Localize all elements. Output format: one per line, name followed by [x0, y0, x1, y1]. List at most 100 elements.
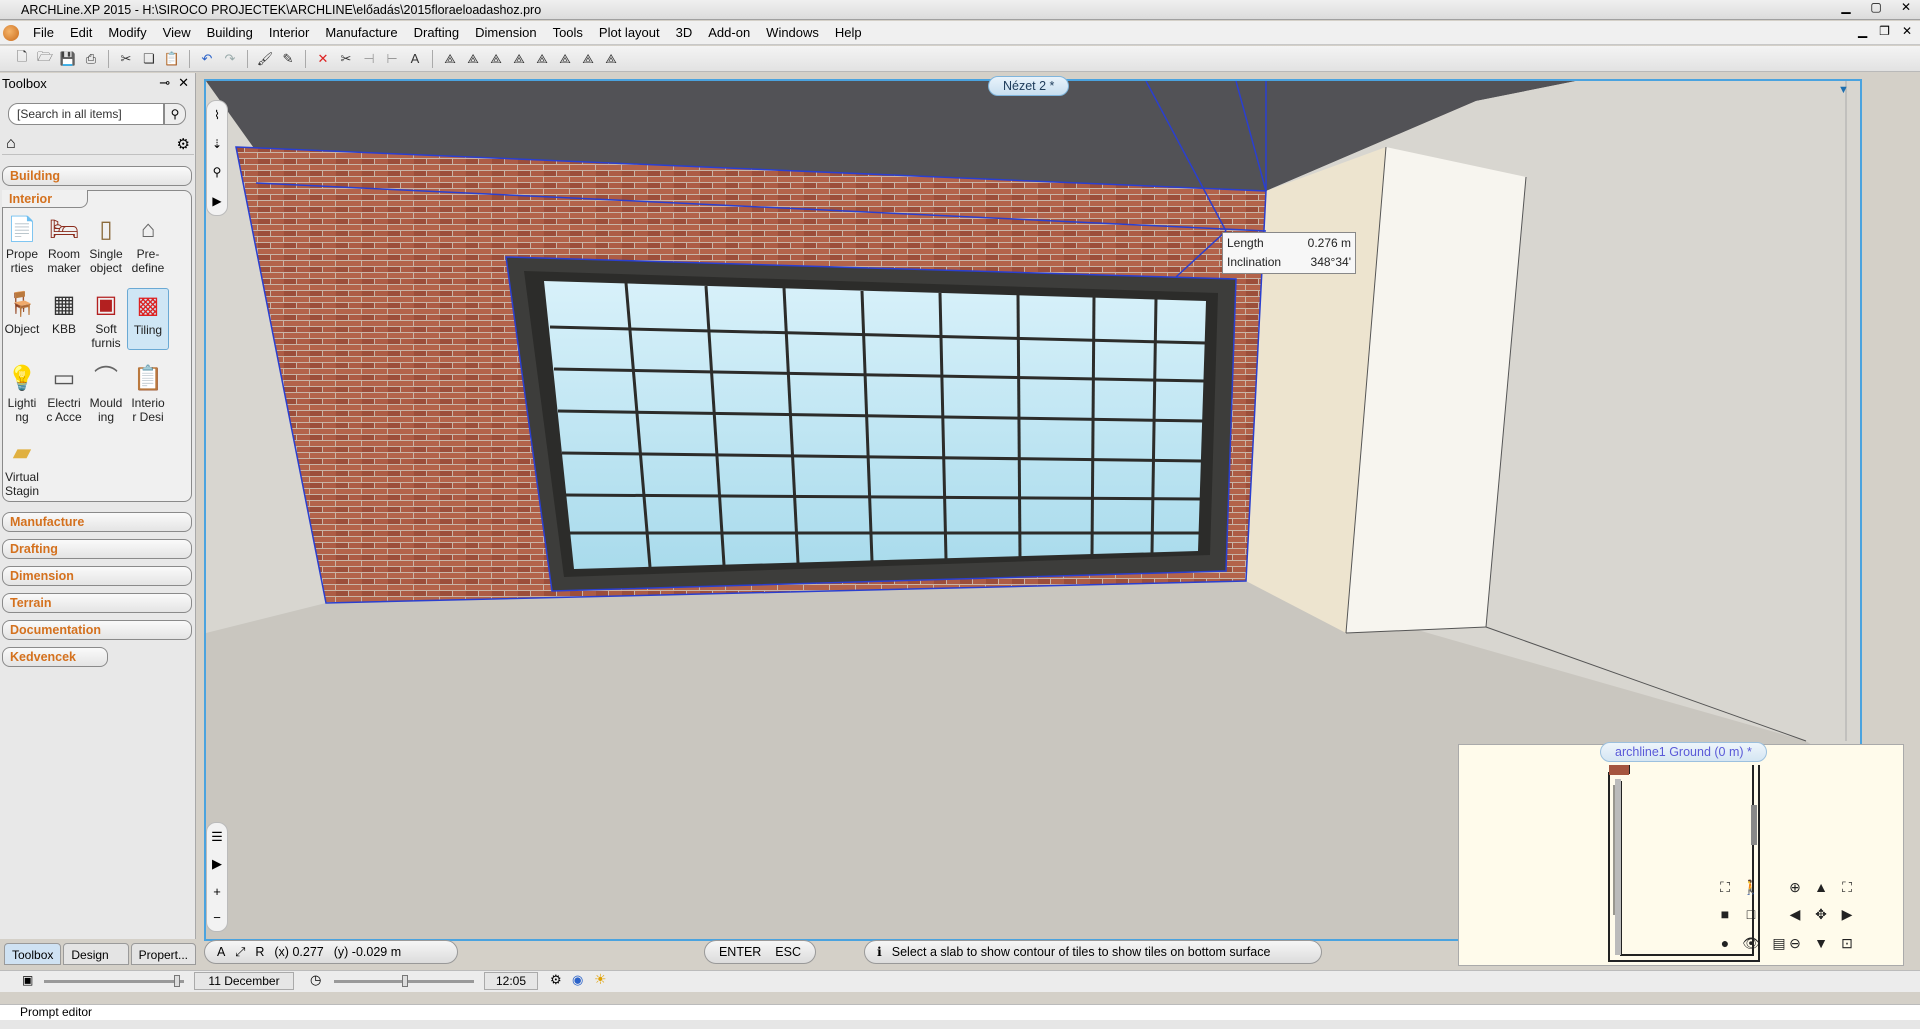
category-dimension[interactable]: Dimension [2, 566, 192, 586]
tool-soft-furnis[interactable]: ▣ Soft furnis [85, 290, 127, 351]
menu-dimension[interactable]: Dimension [467, 21, 544, 45]
tool-properties[interactable]: 📄 Prope rties [1, 215, 43, 276]
mdi-close-icon[interactable]: ✕ [1902, 24, 1912, 38]
save-icon[interactable]: 💾 [58, 49, 78, 69]
open-folder-icon[interactable]: 🗁 [35, 49, 55, 69]
render-icon[interactable]: ⛶ [1714, 876, 1736, 898]
menu-drafting[interactable]: Drafting [406, 21, 468, 45]
date-field[interactable]: 11 December [194, 972, 294, 990]
calendar-icon[interactable]: ▣ [22, 973, 33, 987]
tab-design[interactable]: Design ... [63, 943, 129, 984]
zoom-in-icon[interactable]: ⊕ [1784, 876, 1806, 898]
arrow-right-icon[interactable]: ▶ [1836, 903, 1858, 925]
clock-icon[interactable]: ◷ [310, 972, 321, 988]
print-icon[interactable]: ⎙ [81, 49, 101, 69]
mdi-minimize-icon[interactable]: ▁ [1858, 24, 1867, 38]
mdi-restore-icon[interactable]: ❐ [1879, 24, 1890, 38]
time-slider[interactable] [334, 975, 474, 987]
category-terrain[interactable]: Terrain [2, 593, 192, 613]
menu-plot-layout[interactable]: Plot layout [591, 21, 668, 45]
tool-single-object[interactable]: ▯ Single object [85, 215, 127, 276]
category-drafting[interactable]: Drafting [2, 539, 192, 559]
text-tool-icon[interactable]: A [217, 941, 225, 963]
walk-icon[interactable]: 🚶 [1740, 876, 1762, 898]
tool-virtual-staging[interactable]: ▰ Virtual Stagin [1, 438, 43, 499]
category-interior[interactable]: Interior [2, 190, 88, 208]
tool-room-maker[interactable]: 🛏 Room maker [43, 215, 85, 276]
menu-add-on[interactable]: Add-on [700, 21, 758, 45]
paste-icon[interactable]: 📋 [162, 49, 182, 69]
play-icon[interactable]: ▶ [212, 194, 221, 208]
redo-icon[interactable]: ↷ [220, 49, 240, 69]
category-documentation[interactable]: Documentation [2, 620, 192, 640]
cube-solid-icon[interactable]: ■ [1714, 903, 1736, 925]
pen-icon[interactable]: ✎ [278, 49, 298, 69]
zoom-in-plus-icon[interactable]: + [213, 884, 221, 899]
relative-icon[interactable]: R [255, 941, 264, 963]
minimize-icon[interactable]: ▁ [1838, 0, 1854, 14]
tool-moulding[interactable]: ⌒ Mould ing [85, 364, 127, 425]
zoom-window-icon[interactable]: ⊡ [1836, 932, 1858, 954]
tool-lighting[interactable]: 💡 Lighti ng [1, 364, 43, 425]
brush-icon[interactable]: 🖌 [255, 49, 275, 69]
tool-electric[interactable]: ▭ Electri c Acce [43, 364, 85, 425]
view-3d-icon-3[interactable]: ⟁ [486, 49, 506, 69]
sun-position-icon[interactable]: ☀ [594, 971, 607, 988]
esc-button[interactable]: ESC [775, 941, 801, 963]
tool-predefine[interactable]: ⌂ Pre- define [127, 215, 169, 276]
extend-icon[interactable]: ⊣ [359, 49, 379, 69]
maximize-icon[interactable]: ▢ [1868, 0, 1884, 14]
zoom-icon[interactable]: ⚲ [213, 165, 222, 179]
pin-icon[interactable]: ⊸ [159, 75, 170, 91]
category-manufacture[interactable]: Manufacture [2, 512, 192, 532]
view-menu-chevron-icon[interactable]: ▼ [1838, 84, 1856, 96]
arrow-left-icon[interactable]: ◀ [1784, 903, 1806, 925]
menu-help[interactable]: Help [827, 21, 870, 45]
menu-windows[interactable]: Windows [758, 21, 827, 45]
eye-icon[interactable]: 👁 [1740, 932, 1762, 954]
zoom-extents-icon[interactable]: ⛶ [1836, 876, 1858, 898]
prompt-editor[interactable]: Prompt editor [0, 1004, 1920, 1020]
menu-interior[interactable]: Interior [261, 21, 317, 45]
tool-tiling[interactable]: ▩ Tiling [127, 288, 169, 350]
undo-icon[interactable]: ↶ [197, 49, 217, 69]
time-field[interactable]: 12:05 [484, 972, 538, 990]
close-icon[interactable]: ✕ [1898, 0, 1914, 14]
cube-wire-icon[interactable]: □ [1740, 903, 1762, 925]
search-icon[interactable]: ⚲ [164, 103, 186, 125]
trim-icon[interactable]: ✂ [336, 49, 356, 69]
minimap-tab[interactable]: archline1 Ground (0 m) * [1600, 742, 1767, 762]
menu-manufacture[interactable]: Manufacture [317, 21, 405, 45]
layers-icon[interactable]: ▤ [1768, 932, 1790, 954]
sun-settings-icon[interactable]: ⚙ [550, 972, 562, 988]
delete-icon[interactable]: ✕ [313, 49, 333, 69]
tool-kbb[interactable]: ▦ KBB [43, 290, 85, 337]
view-3d-icon-7[interactable]: ⟁ [578, 49, 598, 69]
list-icon[interactable]: ☰ [211, 829, 223, 845]
break-icon[interactable]: ⊢ [382, 49, 402, 69]
date-slider[interactable] [44, 975, 184, 987]
zoom-out-minus-icon[interactable]: − [213, 910, 221, 925]
arrow-up-icon[interactable]: ▲ [1810, 876, 1832, 898]
tool-interior-desi[interactable]: 📋 Interio r Desi [127, 364, 169, 425]
menu-modify[interactable]: Modify [100, 21, 154, 45]
view-3d-icon-5[interactable]: ⟁ [532, 49, 552, 69]
menu-view[interactable]: View [155, 21, 199, 45]
toolbox-close-icon[interactable]: ✕ [178, 75, 189, 91]
view-3d-icon-6[interactable]: ⟁ [555, 49, 575, 69]
pan-move-icon[interactable]: ✥ [1810, 903, 1832, 925]
home-icon[interactable]: ⌂ [6, 135, 16, 153]
view-3d-icon-8[interactable]: ⟁ [601, 49, 621, 69]
enter-button[interactable]: ENTER [719, 941, 761, 963]
cut-icon[interactable]: ✂ [116, 49, 136, 69]
category-building[interactable]: Building [2, 166, 192, 186]
new-file-icon[interactable]: 🗋 [12, 49, 32, 69]
arrow-down-icon[interactable]: ▼ [1810, 932, 1832, 954]
text-icon[interactable]: A [405, 49, 425, 69]
down-arrow-icon[interactable]: ⇣ [212, 137, 222, 151]
menu-building[interactable]: Building [199, 21, 261, 45]
pan-icon[interactable]: ⌇ [214, 108, 220, 122]
tab-properties[interactable]: Propert... [130, 943, 196, 965]
snap-icon[interactable]: ⤢ [235, 941, 245, 963]
copy-icon[interactable]: ❏ [139, 49, 159, 69]
